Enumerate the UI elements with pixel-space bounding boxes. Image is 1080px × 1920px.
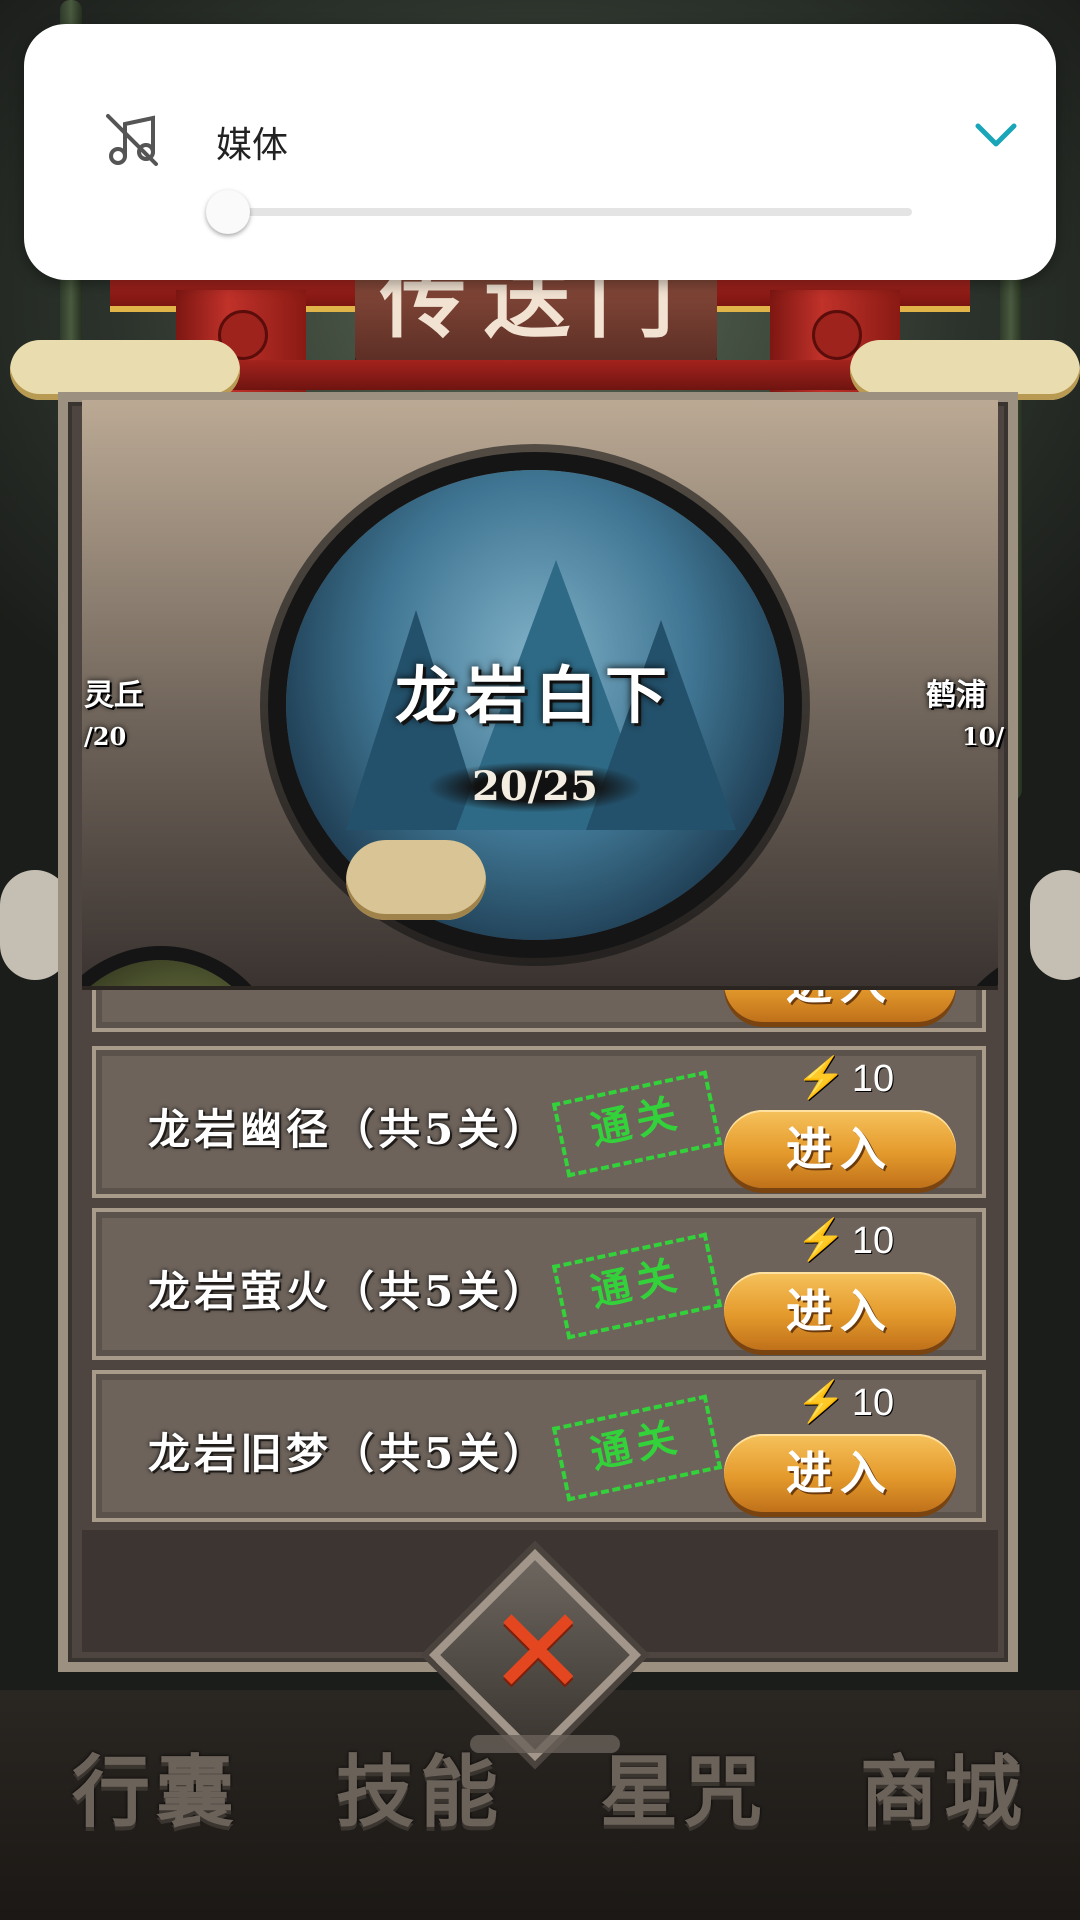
lightning-icon: ⚡	[796, 1056, 846, 1100]
volume-slider-thumb[interactable]	[206, 190, 250, 234]
level-list[interactable]: 进入 龙岩幽径（共5关） 通关 ⚡10 进入 龙岩萤火（共5关） 通关 ⚡10 …	[82, 990, 998, 1530]
volume-slider-track[interactable]	[228, 208, 912, 216]
nav-item-spells[interactable]: 星咒	[600, 1730, 768, 1842]
portal-left-name: 灵丘	[84, 678, 144, 713]
cloud-icon	[346, 840, 486, 920]
level-name: 龙岩幽径（共5关）	[148, 1105, 550, 1154]
level-row-partial: 进入	[92, 990, 986, 1032]
cloud-decoration	[850, 340, 1080, 400]
portal-current-progress: 20/25	[472, 763, 598, 810]
energy-cost: ⚡ 10	[796, 1380, 895, 1424]
cloud-decoration	[10, 340, 240, 400]
level-row: 龙岩旧梦（共5关） 通关 ⚡ 10 进入	[92, 1370, 986, 1522]
music-off-icon[interactable]	[104, 112, 160, 168]
level-row: 龙岩萤火（共5关） 通关 ⚡ 10 进入	[92, 1208, 986, 1360]
portal-left[interactable]	[82, 960, 276, 986]
enter-button[interactable]: 进入	[724, 1110, 956, 1188]
gate-title: 传送门	[355, 270, 717, 362]
enter-button[interactable]: 进入	[724, 990, 956, 1022]
level-name: 龙岩旧梦（共5关）	[148, 1429, 550, 1478]
lightning-icon: ⚡	[796, 1218, 846, 1262]
cleared-stamp: 通关	[551, 1070, 723, 1178]
enter-button[interactable]: 进入	[724, 1434, 956, 1512]
home-indicator[interactable]	[470, 1735, 620, 1753]
level-row: 龙岩幽径（共5关） 通关 ⚡ 10 进入	[92, 1046, 986, 1198]
level-name: 龙岩萤火（共5关）	[148, 1267, 550, 1316]
portal-left-progress: /20	[84, 722, 127, 751]
cleared-stamp: 通关	[551, 1232, 723, 1340]
portal-right-progress: 10/	[962, 722, 1005, 751]
volume-label: 媒体	[216, 125, 289, 166]
right-side-bubble	[1030, 870, 1080, 980]
cleared-stamp: 通关	[551, 1394, 723, 1502]
energy-cost: ⚡ 10	[796, 1056, 895, 1100]
enter-button[interactable]: 进入	[724, 1272, 956, 1350]
nav-item-bag[interactable]: 行囊	[72, 1730, 240, 1842]
energy-cost: ⚡ 10	[796, 1218, 895, 1262]
chevron-down-icon[interactable]	[974, 120, 1018, 150]
close-icon[interactable]: ✕	[488, 1593, 589, 1713]
portal-right-name: 鹤浦	[926, 678, 986, 713]
volume-panel: 媒体	[24, 24, 1056, 280]
nav-item-shop[interactable]: 商城	[860, 1730, 1028, 1842]
lightning-icon: ⚡	[796, 1380, 846, 1424]
portal-current-name: 龙岩白下	[394, 659, 675, 732]
portal-right[interactable]	[952, 960, 998, 986]
